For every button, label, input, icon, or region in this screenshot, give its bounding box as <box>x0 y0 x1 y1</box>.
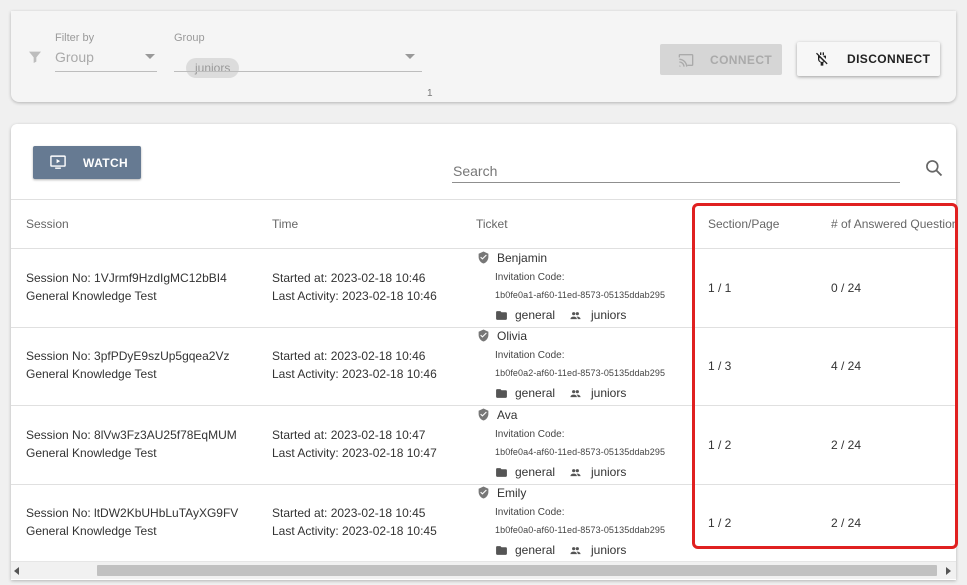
session-number: Session No: ltDW2KbUHbLuTAyXG9FV <box>26 506 239 520</box>
filter-by-underline <box>55 71 157 72</box>
session-number: Session No: 3pfPDyE9szUp5gqea2Vz <box>26 349 230 363</box>
ticket-folder: general <box>515 386 556 400</box>
filter-icon <box>29 51 41 63</box>
group-label: Group <box>174 32 205 44</box>
column-header-section-page[interactable]: Section/Page <box>708 217 779 231</box>
ticket-name: Emily <box>497 486 527 500</box>
ticket-group: juniors <box>591 308 627 322</box>
invitation-code: 1b0fe0a1-af60-11ed-8573-05135ddab295 <box>495 290 666 300</box>
ticket-group: juniors <box>591 543 627 557</box>
ticket-folder: general <box>515 465 556 479</box>
column-header-time[interactable]: Time <box>272 217 298 231</box>
answered-questions-value: 4 / 24 <box>831 359 862 373</box>
people-icon <box>570 547 581 555</box>
answered-questions-value: 2 / 24 <box>831 516 862 530</box>
ticket-group: juniors <box>591 465 627 479</box>
verified-shield-icon <box>478 486 489 499</box>
invitation-code: 1b0fe0a4-af60-11ed-8573-05135ddab295 <box>495 447 666 457</box>
verified-shield-icon <box>478 329 489 342</box>
cast-icon <box>678 54 694 67</box>
table-header: Session Time Ticket Section/Page # of An… <box>11 199 956 249</box>
table-row[interactable]: Session No: 3pfPDyE9szUp5gqea2Vz General… <box>11 327 956 406</box>
column-header-ticket[interactable]: Ticket <box>476 217 508 231</box>
folder-icon <box>496 468 507 477</box>
invitation-code-label: Invitation Code: <box>495 507 565 518</box>
last-activity: Last Activity: 2023-02-18 10:45 <box>272 524 437 538</box>
ticket-name: Ava <box>497 408 518 422</box>
section-page-value: 1 / 3 <box>708 359 732 373</box>
invitation-code-label: Invitation Code: <box>495 429 565 440</box>
chevron-down-icon[interactable] <box>405 54 415 59</box>
folder-icon <box>496 389 507 398</box>
disconnect-label: DISCONNECT <box>847 52 931 66</box>
started-at: Started at: 2023-02-18 10:47 <box>272 428 426 442</box>
invitation-code: 1b0fe0a0-af60-11ed-8573-05135ddab295 <box>495 525 666 535</box>
sessions-card: WATCH Session Time Ticket Section/Page #… <box>11 124 956 580</box>
column-header-answered-questions[interactable]: # of Answered Questions <box>831 217 956 231</box>
folder-icon <box>496 311 507 320</box>
started-at: Started at: 2023-02-18 10:45 <box>272 506 426 520</box>
last-activity: Last Activity: 2023-02-18 10:46 <box>272 367 437 381</box>
verified-shield-icon <box>478 251 489 264</box>
connect-label: CONNECT <box>710 52 773 67</box>
people-icon <box>570 390 581 398</box>
started-at: Started at: 2023-02-18 10:46 <box>272 271 426 285</box>
search-icon[interactable] <box>924 158 944 178</box>
monitor-play-icon <box>50 155 66 169</box>
ticket-group: juniors <box>591 386 627 400</box>
ticket-name: Olivia <box>497 329 528 343</box>
folder-icon <box>496 546 507 555</box>
session-number: Session No: 8lVw3Fz3AU25f78EqMUM <box>26 428 237 442</box>
answered-questions-value: 2 / 24 <box>831 438 862 452</box>
people-icon <box>570 312 581 320</box>
ticket-folder: general <box>515 308 556 322</box>
filter-by-select[interactable]: Group <box>55 49 94 65</box>
session-name: General Knowledge Test <box>26 524 157 538</box>
session-name: General Knowledge Test <box>26 367 157 381</box>
section-page-value: 1 / 1 <box>708 281 732 295</box>
horizontal-scrollbar[interactable] <box>11 561 956 579</box>
invitation-code: 1b0fe0a2-af60-11ed-8573-05135ddab295 <box>495 368 666 378</box>
group-underline <box>174 71 422 72</box>
session-number: Session No: 1VJrmf9HzdIgMC12bBI4 <box>26 271 227 285</box>
table-row[interactable]: Session No: 1VJrmf9HzdIgMC12bBI4 General… <box>11 249 956 328</box>
table-row[interactable]: Session No: 8lVw3Fz3AU25f78EqMUM General… <box>11 406 956 485</box>
invitation-code-label: Invitation Code: <box>495 350 565 361</box>
disconnect-button[interactable]: DISCONNECT <box>797 42 940 76</box>
scrollbar-thumb[interactable] <box>97 565 937 576</box>
people-icon <box>570 469 581 477</box>
ticket-folder: general <box>515 543 556 557</box>
last-activity: Last Activity: 2023-02-18 10:47 <box>272 446 437 460</box>
filter-by-label: Filter by <box>55 32 95 44</box>
section-page-value: 1 / 2 <box>708 516 732 530</box>
section-page-value: 1 / 2 <box>708 438 732 452</box>
watch-label: WATCH <box>83 155 129 170</box>
session-name: General Knowledge Test <box>26 446 157 460</box>
ticket-name: Benjamin <box>497 251 548 265</box>
verified-shield-icon <box>478 408 489 421</box>
started-at: Started at: 2023-02-18 10:46 <box>272 349 426 363</box>
last-activity: Last Activity: 2023-02-18 10:46 <box>272 289 437 303</box>
scroll-right-arrow-icon[interactable] <box>946 567 951 575</box>
connect-button[interactable]: CONNECT <box>660 44 782 75</box>
session-name: General Knowledge Test <box>26 289 157 303</box>
column-header-session[interactable]: Session <box>26 217 69 231</box>
watch-button[interactable]: WATCH <box>33 146 141 179</box>
invitation-code-label: Invitation Code: <box>495 272 565 283</box>
group-chip[interactable]: juniors <box>186 58 240 78</box>
table-row[interactable]: Session No: ltDW2KbUHbLuTAyXG9FV General… <box>11 484 956 563</box>
scroll-left-arrow-icon[interactable] <box>14 567 19 575</box>
group-count: 1 <box>427 88 433 99</box>
chevron-down-icon[interactable] <box>145 54 155 59</box>
power-off-icon <box>816 52 828 66</box>
answered-questions-value: 0 / 24 <box>831 281 862 295</box>
search-input[interactable] <box>452 159 900 183</box>
